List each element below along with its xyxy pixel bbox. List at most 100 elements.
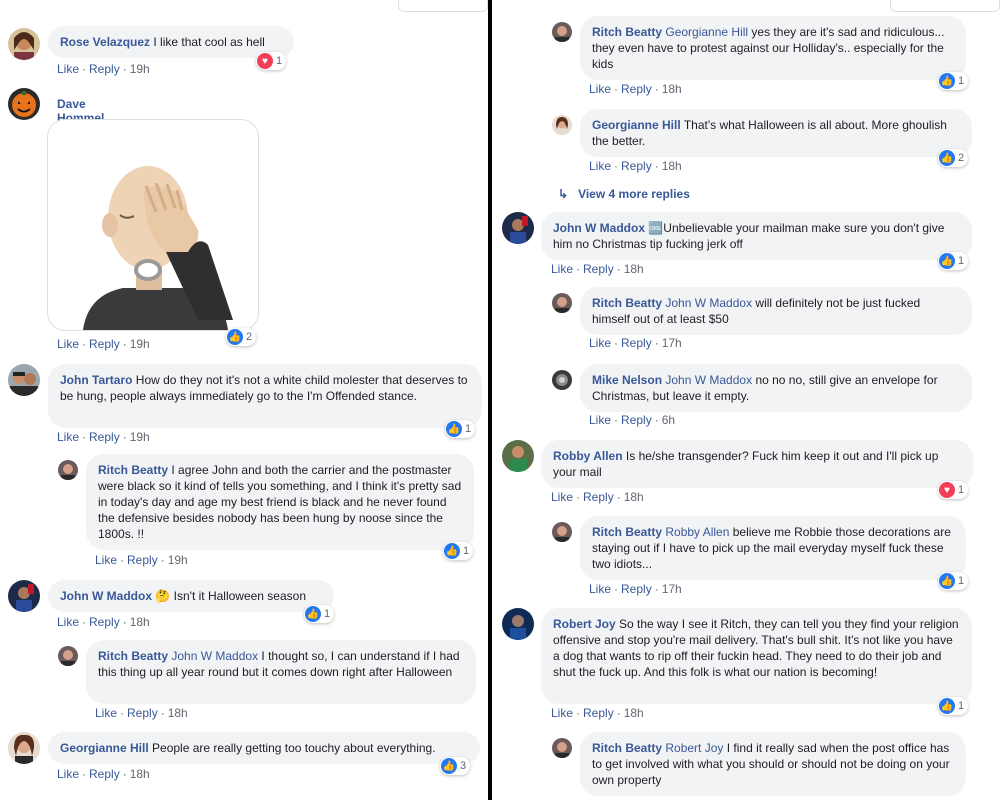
comment-author[interactable]: Robby Allen (553, 449, 623, 463)
reaction-badge[interactable]: 👍 1 (445, 420, 476, 438)
like-link[interactable]: Like (551, 706, 573, 720)
avatar[interactable] (502, 212, 534, 244)
avatar[interactable] (552, 738, 572, 758)
mention-link[interactable]: John W Maddox (665, 296, 752, 310)
timestamp[interactable]: 18h (662, 82, 682, 96)
like-link[interactable]: Like (589, 582, 611, 596)
reply-link[interactable]: Reply (89, 767, 120, 781)
comment-author[interactable]: Ritch Beatty (592, 25, 662, 39)
like-link[interactable]: Like (57, 767, 79, 781)
reply-link[interactable]: Reply (89, 337, 120, 351)
reaction-badge[interactable]: 👍 1 (443, 542, 474, 560)
reply-link[interactable]: Reply (127, 706, 158, 720)
comment-author[interactable]: Ritch Beatty (98, 463, 168, 477)
reaction-badge[interactable]: ♥ 1 (938, 481, 969, 499)
avatar[interactable] (552, 115, 572, 135)
comment-author[interactable]: Georgianne Hill (592, 118, 681, 132)
comment-actions: Like · Reply · 18h (95, 706, 188, 720)
comment-actions: Like · Reply · 18h (551, 706, 644, 720)
avatar[interactable] (552, 22, 572, 42)
reply-link[interactable]: Reply (89, 430, 120, 444)
avatar[interactable] (8, 88, 40, 120)
comment-author[interactable]: Georgianne Hill (60, 741, 149, 755)
comment-author[interactable]: John Tartaro (60, 373, 132, 387)
like-link[interactable]: Like (589, 159, 611, 173)
mention-link[interactable]: John W Maddox (665, 373, 752, 387)
reply-link[interactable]: Reply (583, 262, 614, 276)
reply-link[interactable]: Reply (621, 582, 652, 596)
timestamp[interactable]: 17h (662, 336, 682, 350)
avatar[interactable] (8, 732, 40, 764)
comment-author[interactable]: John W Maddox (60, 589, 152, 603)
reply-link[interactable]: Reply (621, 82, 652, 96)
reply-link[interactable]: Reply (621, 336, 652, 350)
timestamp[interactable]: 19h (130, 337, 150, 351)
reaction-badge[interactable]: 👍 2 (226, 328, 257, 346)
like-link[interactable]: Like (57, 430, 79, 444)
comment-author[interactable]: Ritch Beatty (592, 741, 662, 755)
timestamp[interactable]: 18h (624, 490, 644, 504)
reaction-badge[interactable]: 👍 3 (440, 757, 471, 775)
timestamp[interactable]: 18h (130, 615, 150, 629)
timestamp[interactable]: 17h (662, 582, 682, 596)
reply-link[interactable]: Reply (89, 62, 120, 76)
like-link[interactable]: Like (589, 82, 611, 96)
timestamp[interactable]: 19h (130, 430, 150, 444)
comment-bubble: John W Maddox 🤔 Isn't it Halloween seaso… (48, 580, 334, 612)
avatar[interactable] (502, 440, 534, 472)
view-more-replies-link[interactable]: ↳ View 4 more replies (558, 187, 690, 201)
avatar[interactable] (58, 460, 78, 480)
like-link[interactable]: Like (551, 490, 573, 504)
reaction-badge[interactable]: 👍 1 (938, 252, 969, 270)
comment-author[interactable]: Ritch Beatty (592, 296, 662, 310)
reply-link[interactable]: Reply (621, 413, 652, 427)
like-link[interactable]: Like (551, 262, 573, 276)
mention-link[interactable]: Robert Joy (665, 741, 723, 755)
like-link[interactable]: Like (589, 336, 611, 350)
comment-bubble: Rose Velazquez I like that cool as hell (48, 26, 294, 58)
like-link[interactable]: Like (57, 615, 79, 629)
reply-link[interactable]: Reply (89, 615, 120, 629)
comment-author[interactable]: Robert Joy (553, 617, 616, 631)
reaction-badge[interactable]: ♥ 1 (256, 52, 287, 70)
timestamp[interactable]: 18h (624, 706, 644, 720)
avatar[interactable] (552, 370, 572, 390)
like-link[interactable]: Like (57, 62, 79, 76)
timestamp[interactable]: 18h (662, 159, 682, 173)
like-link[interactable]: Like (95, 706, 117, 720)
mention-link[interactable]: Georgianne Hill (665, 25, 748, 39)
avatar[interactable] (8, 580, 40, 612)
timestamp[interactable]: 18h (624, 262, 644, 276)
reaction-badge[interactable]: 👍 1 (938, 697, 969, 715)
reply-link[interactable]: Reply (621, 159, 652, 173)
reaction-badge[interactable]: 👍 1 (304, 605, 335, 623)
comment-actions: Like · Reply · 18h (589, 159, 682, 173)
timestamp[interactable]: 19h (168, 553, 188, 567)
timestamp[interactable]: 6h (662, 413, 675, 427)
reaction-badge[interactable]: 👍 1 (938, 572, 969, 590)
timestamp[interactable]: 18h (168, 706, 188, 720)
reaction-badge[interactable]: 👍 2 (938, 149, 969, 167)
timestamp[interactable]: 18h (130, 767, 150, 781)
avatar[interactable] (552, 293, 572, 313)
comment-author[interactable]: Mike Nelson (592, 373, 662, 387)
like-link[interactable]: Like (589, 413, 611, 427)
avatar[interactable] (8, 28, 40, 60)
comment-author[interactable]: John W Maddox (553, 221, 645, 235)
reply-link[interactable]: Reply (583, 490, 614, 504)
mention-link[interactable]: Robby Allen (665, 525, 729, 539)
mention-link[interactable]: John W Maddox (171, 649, 258, 663)
comment-author[interactable]: Rose Velazquez (60, 35, 150, 49)
like-link[interactable]: Like (95, 553, 117, 567)
reply-link[interactable]: Reply (583, 706, 614, 720)
avatar[interactable] (502, 608, 534, 640)
timestamp[interactable]: 19h (130, 62, 150, 76)
reaction-badge[interactable]: 👍 1 (938, 72, 969, 90)
avatar[interactable] (8, 364, 40, 396)
avatar[interactable] (552, 522, 572, 542)
like-link[interactable]: Like (57, 337, 79, 351)
avatar[interactable] (58, 646, 78, 666)
comment-author[interactable]: Ritch Beatty (98, 649, 168, 663)
comment-author[interactable]: Ritch Beatty (592, 525, 662, 539)
reply-link[interactable]: Reply (127, 553, 158, 567)
